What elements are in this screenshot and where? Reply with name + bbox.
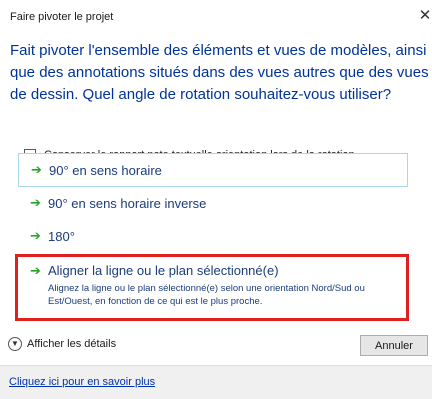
footer: Cliquez ici pour en savoir plus: [0, 365, 432, 399]
close-icon[interactable]: ✕: [418, 6, 432, 26]
rotate-90-counterclockwise-button[interactable]: ➔ 90° en sens horaire inverse: [18, 190, 408, 218]
title-bar: Faire pivoter le projet ✕: [0, 0, 432, 34]
command-label: 90° en sens horaire: [49, 163, 162, 178]
align-selected-line-button[interactable]: ➔ Aligner la ligne ou le plan sélectionn…: [15, 254, 409, 321]
command-label: 180°: [48, 229, 75, 244]
main-instruction: Fait pivoter l'ensemble des éléments et …: [10, 42, 429, 103]
green-arrow-icon: ➔: [30, 228, 41, 243]
chevron-down-icon: ▼: [8, 337, 22, 351]
rotate-180-button[interactable]: ➔ 180°: [18, 224, 408, 250]
cancel-button[interactable]: Annuler: [360, 335, 428, 356]
window-title: Faire pivoter le projet: [10, 11, 114, 23]
green-arrow-icon: ➔: [30, 195, 41, 210]
show-details-label: Afficher les détails: [27, 338, 117, 350]
command-label: Aligner la ligne ou le plan sélectionné(…: [48, 263, 279, 278]
command-label: 90° en sens horaire inverse: [48, 196, 207, 211]
green-arrow-icon: ➔: [30, 263, 41, 278]
command-note: Alignez la ligne ou le plan sélectionné(…: [48, 283, 365, 307]
show-details-toggle[interactable]: ▼ Afficher les détails: [8, 337, 116, 351]
learn-more-link[interactable]: Cliquez ici pour en savoir plus: [9, 376, 155, 388]
rotate-90-clockwise-button[interactable]: ➔ 90° en sens horaire: [18, 153, 408, 187]
green-arrow-icon: ➔: [31, 162, 42, 177]
